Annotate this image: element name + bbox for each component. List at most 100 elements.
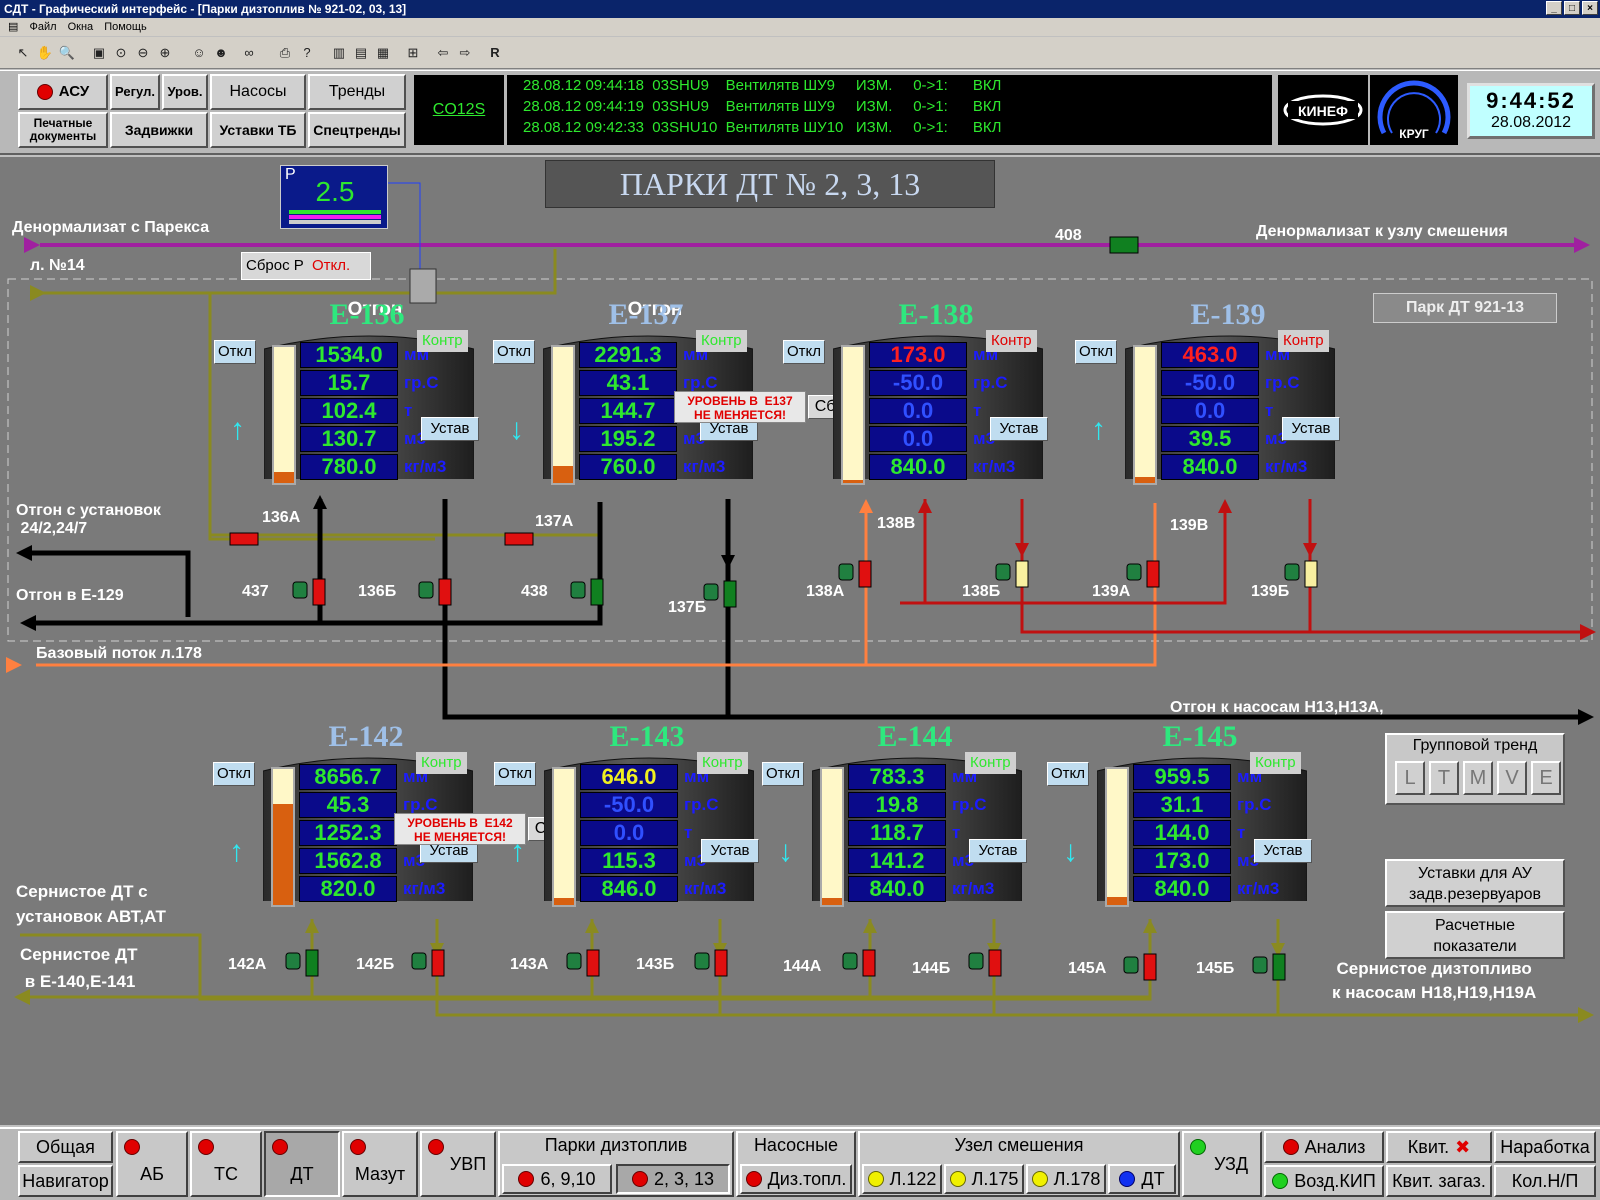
mazut-button[interactable]: Мазут [342, 1131, 418, 1197]
tank-0[interactable]: 1534.0 15.7 102.4 130.7 780.0 мм гр.С т м3 кг/м3 [264, 335, 474, 485]
otkl-button[interactable]: Откл [762, 762, 804, 786]
trend-l-button[interactable]: L [1395, 761, 1425, 795]
trend-t-button[interactable]: T [1429, 761, 1459, 795]
zoom-out-icon[interactable]: ⊖ [134, 44, 152, 62]
asu-button[interactable]: АСУ [18, 74, 108, 110]
valve[interactable] [1015, 560, 1029, 588]
trend-m-button[interactable]: M [1463, 761, 1493, 795]
spectrendy-button[interactable]: Спецтренды [308, 112, 406, 148]
users-icon[interactable]: ☻ [212, 44, 230, 62]
help-icon[interactable]: ? [298, 44, 316, 62]
binoculars-icon[interactable]: ∞ [240, 44, 258, 62]
regul-button[interactable]: Регул. [110, 74, 160, 110]
valve-408[interactable] [1109, 236, 1139, 254]
cascade-icon[interactable]: ▦ [374, 44, 392, 62]
valve[interactable] [431, 949, 445, 977]
kontr-button[interactable]: Контр [696, 330, 747, 352]
kontr-button[interactable]: Контр [1278, 330, 1329, 352]
zadvizhki-button[interactable]: Задвижки [110, 112, 208, 148]
calc-indicators-button[interactable]: Расчетные показатели [1385, 911, 1565, 959]
refresh-r-icon[interactable]: R [486, 44, 504, 62]
tank-3[interactable]: 463.0 -50.0 0.0 39.5 840.0 мм гр.С т м3 кг/м3 [1125, 335, 1335, 485]
uvp-button[interactable]: УВП [420, 1131, 496, 1197]
valve[interactable] [590, 578, 604, 606]
kontr-button[interactable]: Контр [1250, 752, 1301, 774]
tile-horizontal-icon[interactable]: ▤ [352, 44, 370, 62]
kontr-button[interactable]: Контр [416, 752, 467, 774]
user-icon[interactable]: ☺ [190, 44, 208, 62]
valve[interactable] [312, 578, 326, 606]
pressure-reset-button[interactable]: Сброс Р Откл. [241, 252, 371, 280]
kontr-button[interactable]: Контр [965, 752, 1016, 774]
window-list-icon[interactable]: ⊞ [404, 44, 422, 62]
print-icon[interactable]: ⎙ [276, 44, 294, 62]
pressure-indicator[interactable]: P 2.5 [280, 165, 388, 229]
analiz-button[interactable]: Анализ [1264, 1131, 1384, 1163]
obshaya-button[interactable]: Общая [18, 1131, 113, 1163]
valve[interactable] [1304, 560, 1318, 588]
tile-vertical-icon[interactable]: ▥ [330, 44, 348, 62]
valve[interactable] [305, 949, 319, 977]
l122-button[interactable]: Л.122 [862, 1164, 942, 1194]
magnifier-icon[interactable]: 🔍 [58, 44, 76, 62]
valve[interactable] [862, 949, 876, 977]
ustav-button[interactable]: Устав [1282, 417, 1340, 441]
kontr-button[interactable]: Контр [697, 752, 748, 774]
nasosy-button[interactable]: Насосы [210, 74, 306, 110]
trendy-button[interactable]: Тренды [308, 74, 406, 110]
valve[interactable] [858, 560, 872, 588]
valve[interactable] [1143, 953, 1157, 981]
tank-2[interactable]: 173.0 -50.0 0.0 0.0 840.0 мм гр.С т м3 кг/м3 [833, 335, 1043, 485]
narabotka-button[interactable]: Наработка [1494, 1131, 1596, 1163]
ustav-button[interactable]: Устав [990, 417, 1048, 441]
back-arrow-icon[interactable]: ⇦ [434, 44, 452, 62]
valve[interactable] [586, 949, 600, 977]
uzd-button[interactable]: УЗД [1182, 1131, 1262, 1197]
l178-button[interactable]: Л.178 [1026, 1164, 1106, 1194]
kontr-button[interactable]: Контр [986, 330, 1037, 352]
otkl-button[interactable]: Откл [493, 340, 535, 364]
trend-v-button[interactable]: V [1497, 761, 1527, 795]
otkl-button[interactable]: Откл [213, 762, 255, 786]
valve[interactable] [714, 949, 728, 977]
zoom-in-icon[interactable]: ⊕ [156, 44, 174, 62]
valve[interactable] [504, 532, 534, 546]
zoom-fit-icon[interactable]: ⊙ [112, 44, 130, 62]
kol-np-button[interactable]: Кол.Н/П [1494, 1165, 1596, 1197]
navigator-button[interactable]: Навигатор [18, 1165, 113, 1197]
valve[interactable] [988, 949, 1002, 977]
ab-button[interactable]: АБ [116, 1131, 188, 1197]
kvit-zagaz-button[interactable]: Квит. загаз. [1386, 1165, 1492, 1197]
print-docs-button[interactable]: Печатные документы [18, 112, 108, 148]
parki-2-3-13-button[interactable]: 2, 3, 13 [616, 1164, 730, 1194]
valve[interactable] [1146, 560, 1160, 588]
tank-6[interactable]: 783.3 19.8 118.7 141.2 840.0 мм гр.С т м3 кг/м3 [812, 757, 1022, 907]
kontr-button[interactable]: Контр [417, 330, 468, 352]
otkl-button[interactable]: Откл [1047, 762, 1089, 786]
ustav-button[interactable]: Устав [701, 839, 759, 863]
urov-button[interactable]: Уров. [162, 74, 208, 110]
dt-button[interactable]: ДТ [264, 1131, 340, 1197]
zoom-1to1-icon[interactable]: ▣ [90, 44, 108, 62]
tank-7[interactable]: 959.5 31.1 144.0 173.0 840.0 мм гр.С т м3 кг/м3 [1097, 757, 1307, 907]
menu-help[interactable]: Помощь [104, 21, 147, 33]
otkl-button[interactable]: Откл [214, 340, 256, 364]
ts-button[interactable]: ТС [190, 1131, 262, 1197]
ustavki-tb-button[interactable]: Уставки ТБ [210, 112, 306, 148]
l175-button[interactable]: Л.175 [944, 1164, 1024, 1194]
valve[interactable] [723, 580, 737, 608]
otkl-button[interactable]: Откл [783, 340, 825, 364]
close-icon[interactable]: × [1582, 1, 1598, 15]
ustav-button[interactable]: Устав [1254, 839, 1312, 863]
forward-arrow-icon[interactable]: ⇨ [456, 44, 474, 62]
valve[interactable] [438, 578, 452, 606]
ustav-button[interactable]: Устав [969, 839, 1027, 863]
station-link[interactable]: CO12S [414, 75, 504, 145]
kvit-button[interactable]: Квит. ✖ [1386, 1131, 1492, 1163]
minimize-icon[interactable]: _ [1546, 1, 1562, 15]
ustav-button[interactable]: Устав [421, 417, 479, 441]
menu-app-icon[interactable]: ▤ [8, 21, 18, 33]
otkl-button[interactable]: Откл [494, 762, 536, 786]
tank-5[interactable]: 646.0 -50.0 0.0 115.3 846.0 мм гр.С т м3 кг/м3 [544, 757, 754, 907]
dt-mix-button[interactable]: ДТ [1108, 1164, 1176, 1194]
